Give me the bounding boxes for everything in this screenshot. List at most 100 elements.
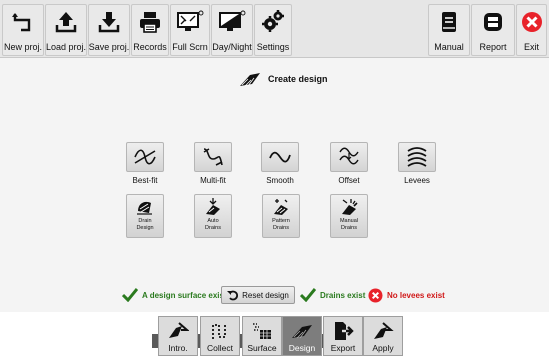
intro-plane-icon	[169, 322, 189, 338]
printer-icon	[140, 12, 160, 33]
smooth-label: Smooth	[266, 176, 294, 185]
smooth-wave-icon	[269, 151, 291, 163]
new-project-label: New proj.	[3, 42, 42, 52]
collect-path-icon	[212, 323, 226, 339]
day-night-monitor-icon	[219, 10, 246, 31]
nav-collect[interactable]: Collect	[200, 316, 240, 356]
nav-intro[interactable]: Intro.	[158, 316, 198, 356]
nav-design-label: Design	[288, 343, 316, 353]
multi-fit-curve-icon	[203, 148, 223, 166]
nav-collect-label: Collect	[207, 343, 233, 353]
smooth-box[interactable]	[261, 142, 299, 172]
multi-fit-button[interactable]: Multi-fit	[193, 142, 233, 185]
multi-fit-box[interactable]	[194, 142, 232, 172]
manual-drains-icon	[342, 199, 358, 215]
save-project-button[interactable]: Save proj.	[88, 4, 130, 56]
multi-fit-label: Multi-fit	[200, 176, 226, 185]
auto-drains-button[interactable]: Auto Drains	[194, 194, 232, 238]
exit-button[interactable]: Exit	[516, 4, 547, 56]
levees-lines-icon	[407, 147, 427, 167]
pattern-drains-label-1: Pattern	[272, 218, 290, 224]
design-surface-text: A design surface exists	[142, 290, 232, 300]
page-title-text: Create design	[268, 74, 328, 84]
drain-design-label-2: Design	[136, 225, 154, 231]
manual-drains-label-1: Manual	[339, 218, 359, 224]
offset-button[interactable]: Offset	[329, 142, 369, 185]
nav-apply-label: Apply	[372, 343, 394, 353]
smooth-button[interactable]: Smooth	[260, 142, 300, 185]
upload-icon	[55, 12, 77, 33]
download-icon	[98, 12, 120, 33]
drain-design-label-1: Drain	[138, 218, 152, 224]
checkmark-icon	[300, 288, 316, 302]
manual-drains-label-2: Drains	[341, 225, 357, 231]
manual-button[interactable]: Manual	[428, 4, 470, 56]
offset-label: Offset	[338, 176, 360, 185]
sine-wave-icon	[134, 149, 156, 165]
nav-surface-label: Surface	[247, 343, 277, 353]
pattern-drains-label-2: Drains	[273, 225, 289, 231]
manual-label: Manual	[434, 42, 464, 52]
close-icon	[521, 12, 542, 32]
book-icon	[442, 12, 456, 32]
no-levees-text: No levees exist	[387, 290, 445, 300]
page-title: Create design	[238, 70, 328, 88]
nav-export[interactable]: Export	[323, 316, 363, 356]
full-screen-label: Full Scrn	[172, 42, 208, 52]
gears-icon	[262, 10, 284, 32]
best-fit-label: Best-fit	[132, 176, 158, 185]
offset-box[interactable]	[330, 142, 368, 172]
save-project-label: Save proj.	[88, 42, 130, 52]
drain-design-button[interactable]: Drain Design	[126, 194, 164, 238]
checkmark-icon	[122, 288, 138, 302]
new-project-button[interactable]: New proj.	[2, 4, 44, 56]
full-screen-button[interactable]: Full Scrn	[170, 4, 210, 56]
nav-apply[interactable]: Apply	[363, 316, 403, 356]
reset-design-label: Reset design	[242, 290, 289, 300]
auto-drains-label-1: Auto	[207, 218, 219, 224]
levees-button[interactable]: Levees	[397, 142, 437, 185]
report-printer-icon	[484, 13, 502, 31]
load-project-button[interactable]: Load proj.	[45, 4, 87, 56]
settings-button[interactable]: Settings	[254, 4, 292, 56]
best-fit-box[interactable]	[126, 142, 164, 172]
design-plane-icon	[240, 73, 260, 87]
drains-status: Drains exist	[300, 286, 365, 304]
nav-intro-label: Intro.	[168, 343, 188, 353]
best-fit-button[interactable]: Best-fit	[125, 142, 165, 185]
return-arrow-icon	[12, 13, 31, 32]
report-button[interactable]: Report	[471, 4, 515, 56]
nav-design[interactable]: Design	[282, 316, 322, 356]
manual-drains-button[interactable]: Manual Drains	[330, 194, 368, 238]
undo-arrow-icon	[227, 290, 239, 301]
levees-label: Levees	[404, 176, 430, 185]
offset-waves-icon	[339, 147, 359, 165]
day-night-button[interactable]: Day/Night	[211, 4, 253, 56]
day-night-label: Day/Night	[212, 42, 252, 52]
reset-design-button[interactable]: Reset design	[221, 286, 295, 304]
nav-export-label: Export	[330, 343, 356, 353]
error-x-icon	[368, 287, 383, 303]
fullscreen-monitor-icon	[177, 10, 204, 31]
levees-box[interactable]	[398, 142, 436, 172]
exit-label: Exit	[523, 42, 539, 52]
drains-exist-text: Drains exist	[320, 290, 366, 300]
nav-surface[interactable]: Surface	[242, 316, 282, 356]
top-toolbar: New proj. Load proj. Save proj. Records	[0, 0, 549, 58]
drain-design-icon	[137, 201, 152, 215]
surface-grid-icon	[253, 323, 271, 339]
apply-plane-icon	[374, 322, 394, 339]
records-label: Records	[133, 42, 167, 52]
report-label: Report	[479, 42, 507, 52]
export-file-icon	[335, 322, 354, 340]
load-project-label: Load proj.	[45, 42, 87, 52]
auto-drains-label-2: Drains	[205, 225, 221, 231]
auto-drains-icon	[206, 198, 220, 215]
design-surface-status: A design surface exists	[122, 286, 231, 304]
records-button[interactable]: Records	[131, 4, 169, 56]
pattern-drains-button[interactable]: Pattern Drains	[262, 194, 300, 238]
main-panel	[0, 58, 549, 312]
pattern-drains-icon	[274, 199, 288, 215]
settings-label: Settings	[256, 42, 290, 52]
design-plane-icon	[292, 325, 312, 339]
